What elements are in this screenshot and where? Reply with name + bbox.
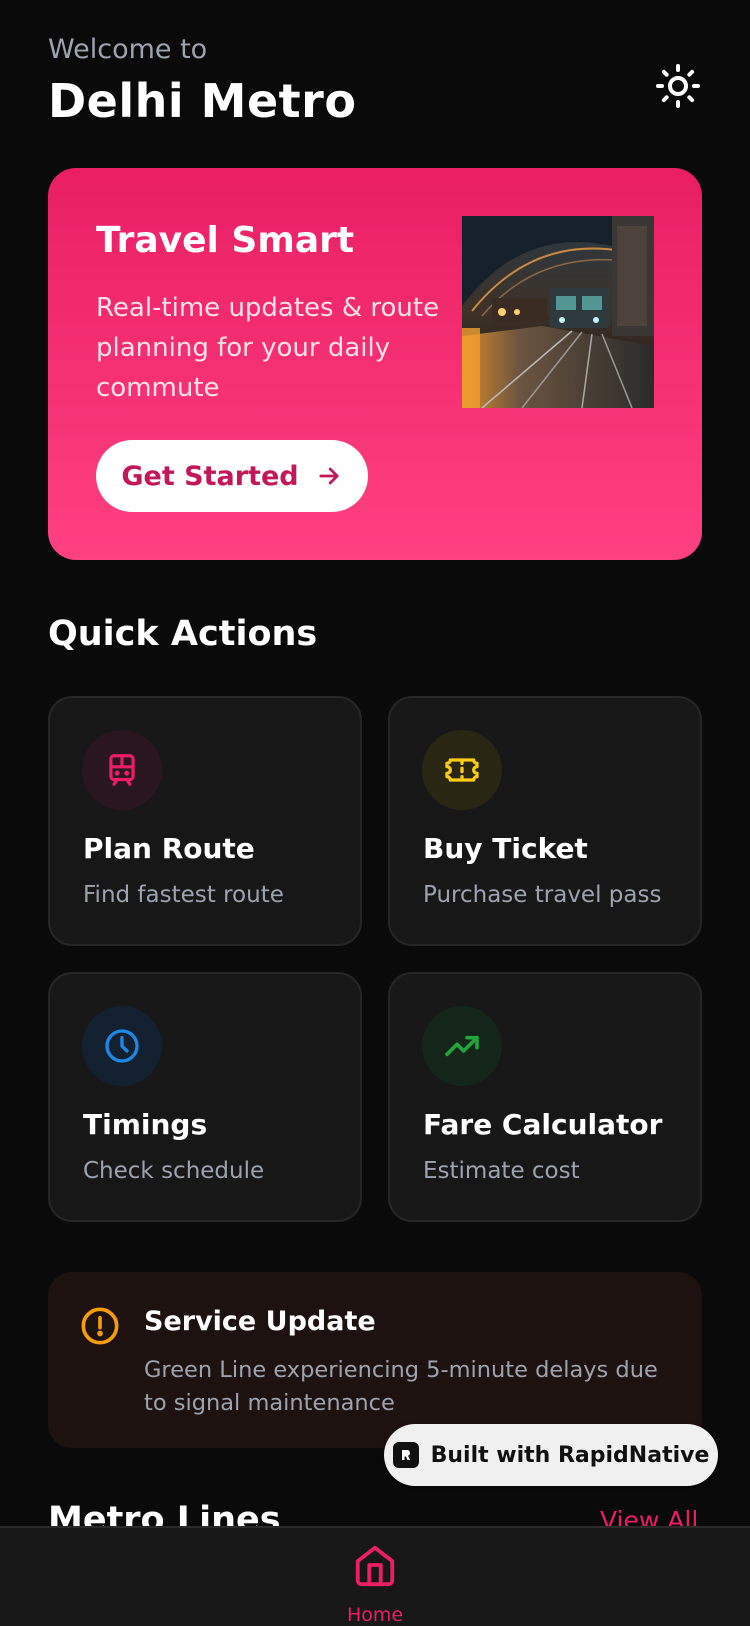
bottom-tab-bar: Home <box>0 1526 750 1626</box>
card-description: Purchase travel pass <box>423 882 662 908</box>
service-update-alert: Service Update Green Line experiencing 5… <box>48 1272 702 1448</box>
sun-icon <box>656 64 700 108</box>
tab-home[interactable]: Home <box>335 1540 415 1626</box>
arrow-right-icon <box>319 467 339 485</box>
clock-icon <box>105 1029 139 1063</box>
hero-subtitle: Real-time updates & route planning for y… <box>96 293 440 403</box>
theme-toggle-button[interactable] <box>652 60 704 112</box>
card-description: Find fastest route <box>83 882 284 908</box>
alert-circle-icon <box>81 1307 119 1345</box>
metro-train-image <box>462 216 654 408</box>
timings-icon-circle <box>82 1006 162 1086</box>
hero-title: Travel Smart <box>96 220 355 261</box>
service-update-message: Green Line experiencing 5-minute delays … <box>144 1357 658 1416</box>
buy-ticket-icon-circle <box>422 730 502 810</box>
badge-label: Built with RapidNative <box>430 1442 710 1468</box>
quick-actions-title: Quick Actions <box>48 614 318 654</box>
hero-banner: Travel Smart Real-time updates & route p… <box>48 168 702 560</box>
card-description: Estimate cost <box>423 1158 580 1184</box>
train-icon <box>109 754 135 786</box>
plan-route-card[interactable]: Plan Route Find fastest route <box>48 696 362 946</box>
plan-route-icon-circle <box>82 730 162 810</box>
get-started-label: Get Started <box>121 460 299 492</box>
page-title: Delhi Metro <box>48 74 357 128</box>
fare-calculator-icon-circle <box>422 1006 502 1086</box>
rapidnative-logo-icon <box>392 1442 419 1468</box>
card-title: Fare Calculator <box>423 1108 663 1141</box>
timings-card[interactable]: Timings Check schedule <box>48 972 362 1222</box>
card-description: Check schedule <box>83 1158 265 1184</box>
built-with-rapidnative-badge[interactable]: Built with RapidNative <box>384 1424 718 1486</box>
buy-ticket-card[interactable]: Buy Ticket Purchase travel pass <box>388 696 702 946</box>
service-update-title: Service Update <box>144 1306 376 1337</box>
trending-up-icon <box>445 1035 479 1057</box>
card-title: Plan Route <box>83 832 255 865</box>
card-title: Buy Ticket <box>423 832 588 865</box>
get-started-button[interactable]: Get Started <box>96 440 368 512</box>
fare-calculator-card[interactable]: Fare Calculator Estimate cost <box>388 972 702 1222</box>
home-icon <box>355 1545 395 1587</box>
ticket-icon <box>445 758 479 782</box>
tab-home-label: Home <box>346 1604 404 1626</box>
welcome-text: Welcome to <box>48 34 208 65</box>
card-title: Timings <box>83 1108 208 1141</box>
